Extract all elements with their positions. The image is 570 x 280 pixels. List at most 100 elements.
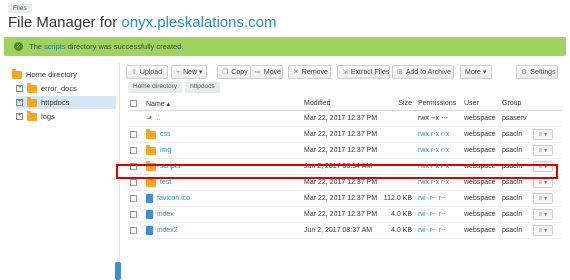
table-row[interactable]: img Mar 22, 2017 12:37 PM rwx r-x r-x we… (128, 143, 562, 159)
upload-icon: ⇧ (131, 69, 137, 76)
row-menu-button[interactable]: ≡ ▾ (533, 145, 553, 156)
archive-icon: ⊞ (397, 69, 403, 76)
col-user[interactable]: User (464, 97, 479, 110)
upload-label: Upload (139, 68, 163, 76)
folder-icon (27, 96, 37, 107)
move-label: Move (263, 68, 281, 76)
table-row[interactable]: favicon.ico Mar 22, 2017 12:37 PM 112.0 … (128, 191, 562, 207)
more-button[interactable]: More ▾ (460, 65, 492, 79)
add-to-archive-button[interactable]: ⊞ Add to Archive (392, 65, 454, 79)
row-checkbox[interactable] (130, 179, 137, 186)
tree-item-httpdocs[interactable]: + httpdocs (16, 96, 116, 109)
sidebar-collapse-handle[interactable] (115, 262, 121, 280)
file-name[interactable]: index2 (157, 227, 178, 234)
file-user: webspace (464, 227, 496, 234)
file-modified: Jun 2, 2017 08:37 AM (304, 227, 373, 234)
settings-label: Settings (530, 68, 556, 76)
new-button[interactable]: + New ▾ (171, 65, 207, 79)
copy-label: Copy (231, 68, 248, 76)
extract-files-button[interactable]: ⇲ Extract Files (337, 65, 390, 79)
row-checkbox[interactable] (130, 195, 137, 202)
tree-item-error-docs[interactable]: + error_docs (16, 82, 116, 95)
file-permissions[interactable]: rw- r-- r-- (418, 195, 446, 202)
file-permissions[interactable]: rwx r-x r-x (418, 131, 449, 138)
file-size: 4.0 KB (390, 211, 412, 218)
file-name[interactable]: test (160, 179, 171, 186)
file-user: webspace (464, 211, 496, 218)
file-permissions[interactable]: rwx r-x r-x (418, 147, 449, 154)
table-row[interactable]: ⬏.. Mar 22, 2017 12:37 PM rwx --x --- we… (128, 111, 562, 127)
col-permissions[interactable]: Permissions (418, 97, 456, 110)
table-row[interactable]: css Mar 22, 2017 12:37 PM rwx r-x r-x we… (128, 127, 562, 143)
col-size[interactable]: Size (380, 97, 412, 110)
folder-icon (27, 110, 37, 121)
file-icon (146, 210, 153, 219)
upload-button[interactable]: ⇧ Upload (126, 65, 168, 79)
select-all-checkbox[interactable] (130, 100, 137, 107)
copy-button[interactable]: ❐ Copy (217, 65, 251, 79)
tree-item-logs[interactable]: + logs (16, 110, 116, 123)
remove-button[interactable]: ✕ Remove (288, 65, 331, 79)
breadcrumb-httpdocs[interactable]: httpdocs (185, 82, 220, 93)
tree-item-label: httpdocs (41, 98, 70, 107)
file-permissions[interactable]: rw- r-- r-- (418, 227, 446, 234)
top-breadcrumb-files[interactable]: Files (8, 4, 32, 13)
check-icon: ✓ (14, 42, 23, 51)
expand-icon[interactable]: + (16, 85, 23, 92)
file-name[interactable]: css (160, 131, 171, 138)
row-menu-button[interactable]: ≡ ▾ (533, 209, 553, 220)
file-name[interactable]: favicon.ico (157, 195, 190, 202)
extract-label: Extract Files (350, 68, 390, 76)
file-modified: Mar 22, 2017 12:37 PM (304, 211, 378, 218)
file-size: 4.0 KB (390, 227, 412, 234)
toolbar: ⇧ Upload + New ▾ ❐ Copy ⇨ Move ✕ Remove … (126, 65, 566, 80)
file-permissions[interactable]: rwx r-x r-x (418, 179, 449, 186)
col-group[interactable]: Group (502, 97, 521, 110)
notice-folder-link[interactable]: scripts (44, 42, 66, 51)
file-group: psacln (502, 227, 523, 234)
row-checkbox[interactable] (130, 147, 137, 154)
file-modified: Mar 22, 2017 12:37 PM (304, 195, 378, 202)
row-menu-button[interactable]: ≡ ▾ (533, 129, 553, 140)
folder-icon (27, 82, 37, 93)
col-modified[interactable]: Modified (304, 97, 330, 110)
file-user: webspace (464, 115, 496, 122)
row-menu-button[interactable]: ≡ ▾ (533, 225, 553, 236)
tree-item-label: error_docs (41, 84, 77, 93)
tree-item-label: Home directory (26, 70, 77, 79)
col-name[interactable]: Name ▴ (146, 97, 170, 110)
folder-icon (146, 144, 156, 155)
extract-icon: ⇲ (342, 69, 348, 76)
file-permissions[interactable]: rw- r-- r-- (418, 211, 446, 218)
table-row[interactable]: index Mar 22, 2017 12:37 PM 4.0 KB rw- r… (128, 207, 562, 223)
breadcrumb-home[interactable]: Home directory (128, 82, 183, 93)
copy-icon: ❐ (222, 69, 229, 76)
table-header: Name ▴ Modified Size Permissions User Gr… (128, 97, 562, 111)
new-label: New ▾ (183, 69, 203, 76)
expand-icon[interactable]: + (16, 113, 23, 120)
file-name[interactable]: img (160, 147, 171, 154)
page-title-domain[interactable]: onyx.pleskalations.com (121, 14, 276, 31)
up-directory-icon: ⬏ (146, 114, 153, 123)
row-menu-button[interactable]: ≡ ▾ (533, 193, 553, 204)
file-size: 112.0 KB (383, 195, 412, 202)
settings-icon: ⚙ (521, 69, 528, 76)
file-size (380, 143, 412, 158)
settings-button[interactable]: ⚙ Settings (516, 65, 558, 79)
tree-item-home[interactable]: Home directory (12, 68, 120, 81)
notice-suffix: directory was successfully created. (67, 42, 184, 51)
page-title-prefix: File Manager for (8, 14, 118, 31)
notice-prefix: The (29, 42, 42, 51)
file-permissions: rwx --x --- (418, 115, 448, 122)
tree-item-label: logs (41, 112, 55, 121)
expand-icon[interactable]: + (16, 99, 23, 106)
move-button[interactable]: ⇨ Move (250, 65, 283, 79)
table-row[interactable]: index2 Jun 2, 2017 08:37 AM 4.0 KB rw- r… (128, 223, 562, 239)
row-checkbox[interactable] (130, 227, 137, 234)
row-checkbox[interactable] (130, 131, 137, 138)
folder-icon (146, 128, 156, 139)
file-name[interactable]: .. (157, 115, 161, 122)
file-user: webspace (464, 147, 496, 154)
row-checkbox[interactable] (130, 211, 137, 218)
file-name[interactable]: index (157, 211, 174, 218)
